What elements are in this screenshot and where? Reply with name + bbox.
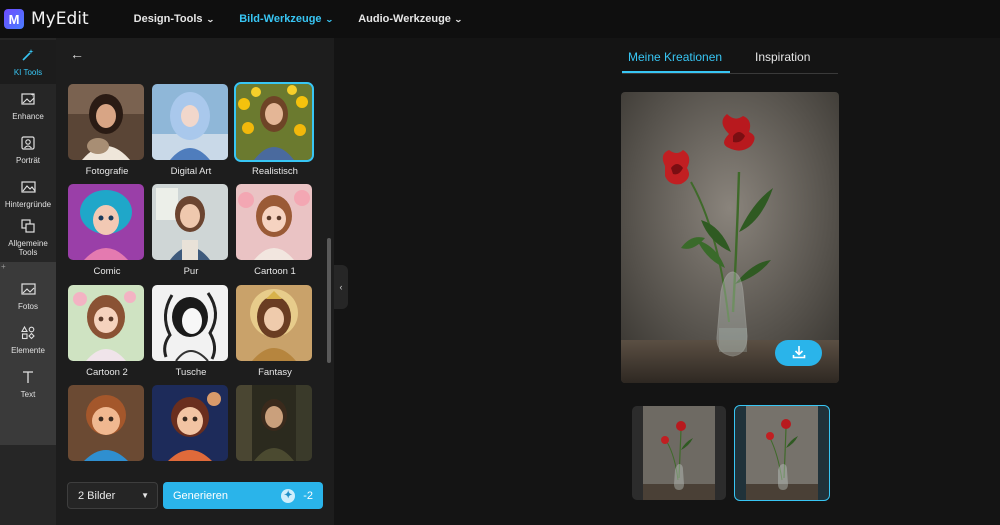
shapes-icon (21, 325, 35, 343)
collapse-panel-button[interactable]: ‹ (334, 265, 348, 309)
style-card-tusche[interactable]: Tusche (152, 285, 230, 378)
rail-item-enhance[interactable]: + Enhance (0, 84, 56, 128)
chevron-left-icon: ‹ (339, 282, 343, 292)
rail-item-backgrounds[interactable]: Hintergründe (0, 172, 56, 216)
credit-cost: ✦ -2 (281, 488, 313, 503)
nav-audio-tools[interactable]: Audio-Werkzeuge ⌄ (358, 13, 463, 25)
rail-label: Allgemeine Tools (8, 239, 48, 257)
nav-label: Audio-Werkzeuge (358, 13, 451, 25)
rail-label: Elemente (11, 345, 45, 355)
style-thumbnail (236, 184, 312, 260)
style-card-pur[interactable]: Pur (152, 184, 230, 277)
style-label: Realistisch (252, 166, 298, 177)
nav-label: Design-Tools (133, 13, 203, 25)
magic-wand-icon (21, 48, 35, 65)
photo-icon (20, 282, 36, 299)
style-thumbnail (152, 285, 228, 361)
credit-cost-value: -2 (303, 489, 313, 502)
style-card-realistisch[interactable]: Realistisch (234, 82, 314, 177)
style-label: Fotografie (85, 166, 129, 177)
style-card-digital-art[interactable]: Digital Art (152, 84, 230, 177)
style-label: Fantasy (258, 367, 292, 378)
main-nav: Design-Tools ⌄ Bild-Werkzeuge ⌄ Audio-Werk… (133, 13, 463, 25)
tab-inspiration[interactable]: Inspiration (755, 50, 810, 64)
style-card-3d-1[interactable] (68, 385, 146, 461)
rail-item-ki-tools[interactable]: KI Tools (0, 40, 56, 84)
top-bar: M MyEdit Design-Tools ⌄ Bild-Werkzeuge ⌄ A… (0, 0, 1000, 38)
tab-underline (622, 71, 730, 73)
nav-design-tools[interactable]: Design-Tools ⌄ (133, 13, 215, 25)
style-thumbnail (234, 82, 314, 162)
portrait-icon (21, 135, 35, 153)
rail-label: Hintergründe (4, 199, 52, 209)
style-label: Comic (93, 266, 121, 277)
style-thumbnail (152, 385, 228, 461)
style-label: Tusche (175, 367, 207, 378)
result-thumbnail-1[interactable] (632, 406, 726, 500)
style-card-3d-2[interactable] (152, 385, 230, 461)
app-name: MyEdit (31, 9, 89, 29)
panel-bottom-bar: 2 Bilder ▼ Generieren ✦ -2 (56, 470, 334, 525)
rail-item-elements[interactable]: Elemente (0, 318, 56, 362)
left-rail: KI Tools + Enhance Porträt Hintergründe … (0, 38, 56, 525)
style-thumbnail (68, 84, 144, 160)
logo-mark-icon: M (4, 9, 24, 29)
panel-scrollbar[interactable] (327, 238, 331, 363)
rail-item-general-tools[interactable]: Allgemeine Tools (0, 216, 56, 260)
rail-label: Text (20, 389, 36, 399)
app-logo[interactable]: M MyEdit (4, 9, 89, 29)
rail-label: Enhance (12, 111, 44, 121)
rail-item-portrait[interactable]: Porträt (0, 128, 56, 172)
style-panel: ← Fotografie Digital Art Realistisch Com… (56, 38, 334, 525)
style-label: Cartoon 1 (254, 266, 296, 277)
style-card-fotografie[interactable]: Fotografie (68, 84, 146, 177)
style-thumbnail (152, 84, 228, 160)
rail-label: KI Tools (13, 67, 43, 77)
image-enhance-icon: + (20, 92, 36, 109)
caret-down-icon: ▼ (141, 491, 149, 500)
style-thumbnail (68, 184, 144, 260)
style-card-film[interactable] (236, 385, 314, 461)
rail-item-text[interactable]: Text (0, 362, 56, 406)
style-thumbnail (152, 184, 228, 260)
plus-icon: + (1, 262, 6, 271)
style-thumbnail (236, 285, 312, 361)
style-thumbnail (68, 285, 144, 361)
nav-label: Bild-Werkzeuge (239, 13, 322, 25)
download-button[interactable] (775, 340, 822, 366)
download-icon (792, 345, 806, 362)
nav-image-tools[interactable]: Bild-Werkzeuge ⌄ (239, 13, 334, 25)
style-label: Pur (183, 266, 199, 277)
result-tabs: Meine Kreationen Inspiration (622, 40, 838, 74)
back-arrow-icon[interactable]: ← (70, 46, 84, 62)
credit-icon: ✦ (281, 488, 296, 503)
style-card-cartoon-2[interactable]: Cartoon 2 (68, 285, 146, 378)
result-thumbnail-2[interactable] (734, 405, 830, 501)
style-card-fantasy[interactable]: Fantasy (236, 285, 314, 378)
tab-my-creations[interactable]: Meine Kreationen (628, 50, 722, 64)
style-label: Digital Art (170, 166, 212, 177)
chevron-down-icon: ⌄ (205, 14, 215, 24)
chevron-down-icon: ⌄ (324, 14, 334, 24)
style-card-comic[interactable]: Comic (68, 184, 146, 277)
style-card-cartoon-1[interactable]: Cartoon 1 (236, 184, 314, 277)
rail-label: Porträt (15, 155, 40, 165)
copy-layers-icon (21, 219, 35, 236)
background-icon (20, 180, 36, 197)
rail-item-photos[interactable]: Fotos (0, 274, 56, 318)
style-label: Cartoon 2 (86, 367, 128, 378)
generate-label: Generieren (173, 489, 229, 502)
style-thumbnail (236, 385, 312, 461)
generate-button[interactable]: Generieren ✦ -2 (163, 482, 323, 509)
rail-label: Fotos (17, 301, 38, 311)
svg-text:+: + (31, 93, 35, 99)
image-count-value: 2 Bilder (78, 489, 116, 502)
chevron-down-icon: ⌄ (453, 14, 463, 24)
image-count-select[interactable]: 2 Bilder ▼ (67, 482, 158, 509)
style-thumbnail (68, 385, 144, 461)
text-icon (21, 370, 35, 387)
